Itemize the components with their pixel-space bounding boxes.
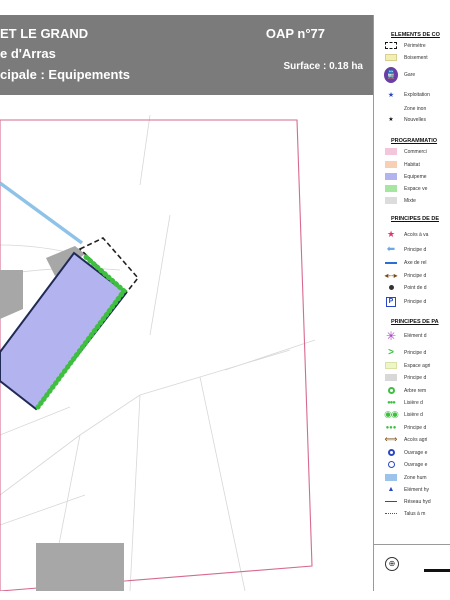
legend-item-hydro-network: Réseau hyd [384, 497, 431, 506]
oap-number: OAP n°77 [265, 26, 325, 41]
legend-footer-divider [373, 544, 450, 545]
header-commune-title: ET LE GRAND [0, 26, 89, 41]
legend-item-tree: Arbre rem [384, 386, 426, 395]
green-swatch-icon [384, 184, 398, 193]
legend-item-agri: Espace agri [384, 361, 430, 370]
legend-item-hedge: ●●● Principe d [385, 424, 427, 431]
legend-item-access: ★ Accès à va [384, 229, 429, 239]
legend-section-title-program: PROGRAMMATIO [391, 138, 438, 144]
yellow-swatch-icon [384, 53, 398, 62]
map-canvas [0, 114, 316, 592]
train-station-icon: 🚆 [384, 66, 398, 84]
purple-swatch-icon [384, 172, 398, 181]
orange-swatch-icon [384, 160, 398, 169]
dotted-line-icon [384, 509, 398, 518]
legend-item-mixed: Mixte [384, 196, 416, 205]
green-ring-icon [384, 386, 398, 395]
legend-section-title-landscape: PRINCIPES DE PA [391, 319, 439, 325]
map-legend: ELEMENTS DE CO Périmètre Boisement 🚆 Gar… [373, 15, 450, 591]
legend-item-embankment: Talus à m [384, 509, 425, 518]
legend-item-new: ★ Nouvelles [384, 115, 426, 124]
legend-item-flood-zone: Zone inon [404, 105, 427, 112]
point-icon [384, 283, 398, 292]
blue-circle-icon [384, 448, 398, 457]
legend-item-equipment: Equipeme [384, 172, 427, 181]
legend-item-perimeter: Périmètre [384, 41, 426, 50]
legend-item-axis: Axe de rel [384, 258, 427, 267]
pale-green-swatch-icon [384, 361, 398, 370]
legend-item-woodland: Boisement [384, 53, 428, 62]
header-vocation: cipale : Equipements [0, 67, 131, 82]
green-rings-large-icon: ◉◉ [384, 409, 399, 419]
green-dots-small-icon: ●●● [387, 399, 396, 406]
blue-star-icon: ★ [387, 91, 395, 99]
dashed-rectangle-icon [384, 41, 398, 50]
header-agglomeration: e d'Arras [0, 46, 56, 61]
double-arrow-icon: ◂‐‐▸ [384, 271, 398, 280]
parking-icon: P [384, 296, 398, 307]
legend-item-edge-small: ●●● Lisière d [384, 398, 423, 407]
legend-item-edge-large: ◉◉ Lisière d [384, 409, 423, 419]
legend-item-connection: ◂‐‐▸ Principe d [384, 271, 427, 280]
grey-swatch-icon [384, 196, 398, 205]
green-chevron-icon: > [388, 347, 394, 358]
blue-arrow-icon: ⬅ [386, 244, 396, 255]
pink-star-icon: ★ [386, 229, 396, 239]
building-south [36, 543, 124, 591]
blue-triangle-icon: ▲ [387, 486, 395, 493]
legend-item-wetland: Zone hum [384, 473, 427, 482]
green-dots-icon: ●●● [385, 424, 397, 431]
brown-double-arrow-icon: ⟺ [384, 434, 398, 444]
dashed-blue-line-icon [384, 258, 398, 267]
site-map [0, 95, 373, 592]
legend-item-water-work-2: Ouvrage e [384, 460, 427, 469]
building-west [0, 270, 23, 319]
light-grey-swatch-icon [384, 373, 398, 382]
legend-item-agri-access: ⟺ Accès agri [384, 434, 428, 444]
legend-item-grey-principle: Principe d [384, 373, 426, 382]
legend-item-path: ⬅ Principe d [384, 244, 426, 255]
pink-swatch-icon [384, 147, 398, 156]
purple-asterisk-icon: ✳ [385, 328, 397, 343]
map-header: ET LE GRAND e d'Arras cipale : Equipemen… [0, 15, 373, 95]
legend-item-commerce: Commerci [384, 147, 427, 156]
blue-line-icon [384, 497, 398, 506]
north-arrow-icon: ⊕ [385, 557, 399, 571]
legend-item-hydro-element: ▲ Elément hy [384, 485, 429, 494]
legend-item-green-space: Espace ve [384, 184, 427, 193]
legend-item-farm: ★ Exploitation [384, 90, 430, 99]
legend-item-station: 🚆 Gare [384, 66, 415, 84]
blue-ring-icon [384, 460, 398, 469]
path-principle [0, 181, 84, 245]
black-star-icon: ★ [388, 117, 394, 123]
legend-item-view: > Principe d [384, 347, 426, 358]
legend-item-heritage: ✳ Elément d [385, 328, 427, 343]
legend-item-parking: P Principe d [384, 296, 426, 307]
legend-item-housing: Habitat [384, 160, 420, 169]
surface-label: Surface : 0.18 ha [283, 61, 363, 72]
legend-section-title-service: PRINCIPES DE DE [391, 216, 439, 222]
blue-swatch-icon [384, 473, 398, 482]
scale-bar [424, 569, 450, 572]
legend-section-title-context: ELEMENTS DE CO [391, 32, 440, 38]
legend-item-point: Point de d [384, 283, 427, 292]
legend-item-water-work-1: Ouvrage e [384, 448, 427, 457]
